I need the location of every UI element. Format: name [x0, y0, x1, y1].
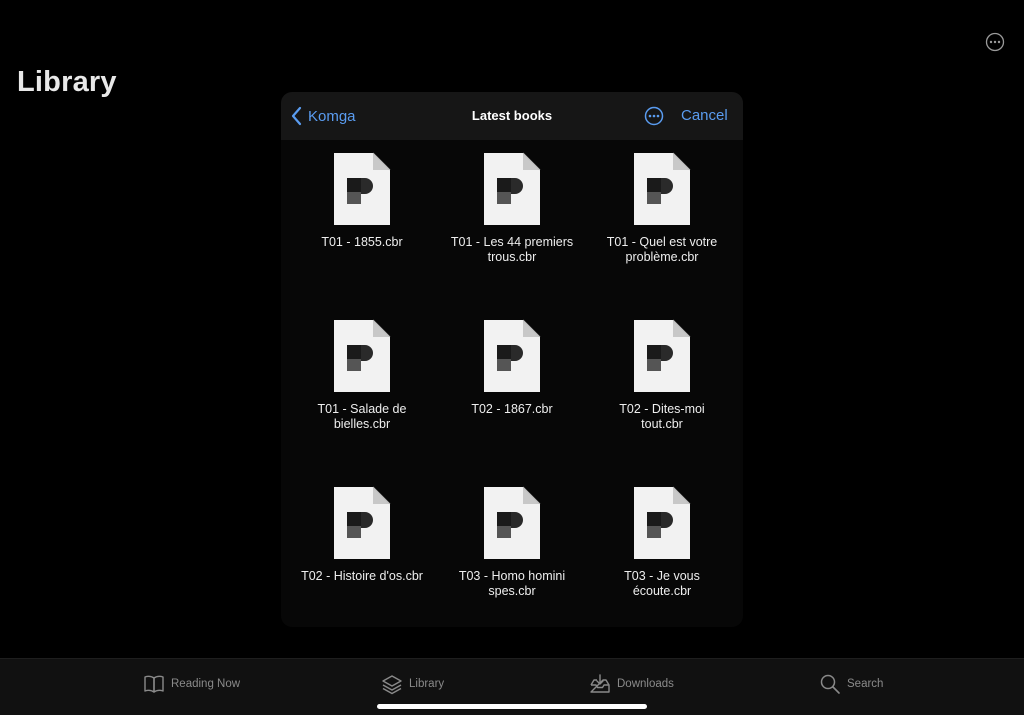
file-name: T01 - Salade de bielles.cbr — [317, 402, 407, 431]
document-icon — [334, 486, 391, 559]
file-name: T01 - Quel est votre problème.cbr — [606, 235, 718, 264]
file-name: T02 - 1867.cbr — [471, 402, 553, 416]
document-icon — [634, 319, 691, 392]
tab-downloads[interactable]: Downloads — [589, 673, 674, 695]
file-name: T01 - 1855.cbr — [321, 235, 403, 249]
file-grid: T01 - 1855.cbr T01 - Les 44 premiers tro… — [287, 152, 737, 627]
file-name: T03 - Je vous écoute.cbr — [624, 569, 700, 598]
stack-icon — [382, 675, 402, 695]
home-indicator[interactable] — [377, 704, 647, 709]
file-item[interactable]: T02 - Dites-moi tout.cbr — [587, 319, 737, 486]
document-icon — [634, 152, 691, 225]
modal-title: Latest books — [471, 108, 553, 123]
file-name: T03 - Homo homini spes.cbr — [458, 569, 566, 598]
document-icon — [484, 486, 541, 559]
page-title: Library — [17, 66, 117, 98]
file-item[interactable]: T01 - 1855.cbr — [287, 152, 437, 319]
document-icon — [334, 319, 391, 392]
document-icon — [484, 152, 541, 225]
tab-library[interactable]: Library — [381, 673, 444, 695]
tab-label: Reading Now — [171, 678, 241, 690]
document-icon — [334, 152, 391, 225]
tab-label: Library — [409, 678, 445, 690]
ellipsis-circle-icon[interactable] — [644, 106, 664, 126]
ellipsis-circle-icon[interactable] — [985, 32, 1005, 52]
book-icon — [144, 675, 164, 693]
document-icon — [634, 486, 691, 559]
tab-reading-now[interactable]: Reading Now — [143, 673, 240, 695]
tab-label: Search — [847, 678, 884, 690]
file-item[interactable]: T02 - 1867.cbr — [437, 319, 587, 486]
tab-label: Downloads — [617, 678, 674, 690]
file-name: T02 - Histoire d'os.cbr — [301, 569, 423, 583]
tab-search[interactable]: Search — [819, 673, 883, 695]
file-item[interactable]: T01 - Quel est votre problème.cbr — [587, 152, 737, 319]
app-root: Library Komga Latest books Cancel T01 - … — [0, 0, 1024, 715]
modal-header: Komga Latest books Cancel — [281, 92, 743, 140]
cancel-button[interactable]: Cancel — [681, 107, 728, 124]
file-name: T02 - Dites-moi tout.cbr — [619, 402, 705, 431]
file-item[interactable]: T01 - Les 44 premiers trous.cbr — [437, 152, 587, 319]
magnifier-icon — [820, 674, 840, 694]
latest-books-modal: Komga Latest books Cancel T01 - 1855.cbr… — [281, 92, 743, 627]
file-item[interactable]: T03 - Homo homini spes.cbr — [437, 486, 587, 627]
file-item[interactable]: T02 - Histoire d'os.cbr — [287, 486, 437, 627]
file-name: T01 - Les 44 premiers trous.cbr — [450, 235, 574, 264]
file-item[interactable]: T03 - Je vous écoute.cbr — [587, 486, 737, 627]
document-icon — [484, 319, 541, 392]
file-item[interactable]: T01 - Salade de bielles.cbr — [287, 319, 437, 486]
tray-download-icon — [590, 674, 610, 693]
